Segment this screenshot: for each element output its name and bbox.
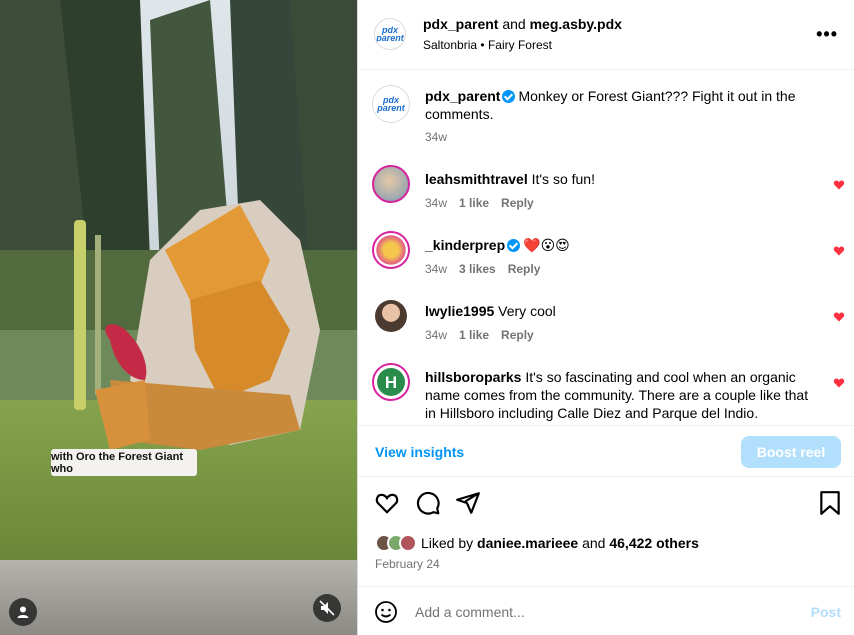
comment-meta: 34w 1 like Reply — [425, 196, 546, 210]
share-paper-plane-icon[interactable] — [455, 490, 481, 516]
liker-avatar[interactable] — [399, 534, 417, 552]
like-comment-heart-icon[interactable] — [833, 179, 845, 191]
comment-meta: 34w 1 like Reply — [425, 328, 546, 342]
comment-body: ❤️😮😍 — [523, 237, 570, 253]
post-comment-button[interactable]: Post — [811, 604, 841, 620]
and-label: and — [582, 535, 606, 551]
pdx-parent-logo: pdx parent — [377, 95, 405, 113]
boost-reel-button[interactable]: Boost reel — [741, 436, 841, 468]
commenter-username[interactable]: hillsboroparks — [425, 369, 521, 385]
post-date: February 24 — [375, 557, 440, 571]
view-insights-link[interactable]: View insights — [375, 444, 464, 460]
caption-author-avatar[interactable]: pdx parent — [372, 85, 410, 123]
like-heart-icon[interactable] — [374, 490, 400, 516]
post-details-panel: pdx parent pdx_parent and meg.asby.pdx Sa… — [357, 0, 854, 635]
location-separator: • — [480, 38, 485, 52]
reply-button[interactable]: Reply — [508, 262, 541, 276]
svg-text:H: H — [385, 373, 397, 392]
comment-time: 34w — [425, 196, 448, 210]
reel-video[interactable]: with Oro the Forest Giant who — [0, 0, 357, 635]
author-names: pdx_parent and meg.asby.pdx — [423, 16, 622, 32]
comment-body: Very cool — [498, 303, 556, 319]
commenter-avatar[interactable] — [375, 300, 407, 332]
coauthor-username-link[interactable]: meg.asby.pdx — [530, 16, 622, 32]
caption-meta: 34w — [425, 130, 459, 144]
person-icon — [17, 606, 29, 618]
comment-likes[interactable]: 1 like — [459, 196, 489, 210]
location-line: Saltonbria • Fairy Forest — [423, 38, 552, 52]
commenter-avatar[interactable] — [372, 165, 410, 203]
action-bar — [358, 490, 854, 522]
reply-button[interactable]: Reply — [501, 328, 534, 342]
comment-likes[interactable]: 3 likes — [459, 262, 496, 276]
caption-text: pdx_parent Monkey or Forest Giant??? Figh… — [425, 87, 815, 123]
forest-giant-sculpture — [74, 200, 320, 450]
comment-text: leahsmithtravel It's so fun! — [425, 170, 815, 188]
comment-bubble-icon[interactable] — [415, 490, 441, 516]
post-header: pdx parent pdx_parent and meg.asby.pdx Sa… — [358, 0, 854, 70]
like-comment-heart-icon[interactable] — [833, 245, 845, 257]
liker-username-link[interactable]: daniee.marieee — [477, 535, 578, 551]
comments-list[interactable]: pdx parent pdx_parent Monkey or Forest Gia… — [358, 71, 854, 425]
likes-summary: Liked by daniee.marieee and 46,422 other… — [375, 534, 699, 552]
comment-text: hillsboroparks It's so fascinating and c… — [425, 368, 815, 422]
likes-count-link[interactable]: 46,422 others — [609, 535, 699, 551]
pdx-parent-logo: pdx parent — [376, 25, 404, 43]
comment-likes[interactable]: 1 like — [459, 328, 489, 342]
like-comment-heart-icon[interactable] — [833, 311, 845, 323]
location-link-2[interactable]: Fairy Forest — [488, 38, 552, 52]
add-comment-bar: Add a comment... Post — [358, 586, 854, 635]
more-options-icon[interactable]: ••• — [816, 24, 838, 45]
commenter-username[interactable]: leahsmithtravel — [425, 171, 528, 187]
sidewalk — [0, 560, 357, 635]
add-comment-input[interactable]: Add a comment... — [415, 604, 525, 620]
caption-time: 34w — [425, 130, 448, 144]
author-avatar[interactable]: pdx parent — [374, 18, 406, 50]
and-text: and — [502, 16, 526, 32]
comment-time: 34w — [425, 328, 448, 342]
comment-text: _kinderprep ❤️😮😍 — [425, 236, 815, 254]
comment-body: It's so fun! — [531, 171, 595, 187]
comment-meta: 34w 3 likes Reply — [425, 262, 552, 276]
commenter-username[interactable]: lwylie1995 — [425, 303, 494, 319]
comment-time: 34w — [425, 262, 448, 276]
like-comment-heart-icon[interactable] — [833, 377, 845, 389]
verified-badge-icon — [502, 90, 516, 103]
caption-username[interactable]: pdx_parent — [425, 88, 500, 104]
muted-speaker-icon — [319, 600, 335, 616]
location-link-1[interactable]: Saltonbria — [423, 38, 477, 52]
commenter-username[interactable]: _kinderprep — [425, 237, 505, 253]
reply-button[interactable]: Reply — [501, 196, 534, 210]
video-caption-overlay: with Oro the Forest Giant who — [51, 449, 197, 476]
liked-by-label: Liked by — [421, 535, 474, 551]
hillsboro-h-logo-icon: H — [377, 368, 405, 396]
save-bookmark-icon[interactable] — [819, 490, 841, 516]
commenter-avatar[interactable]: H — [372, 363, 410, 401]
mute-button[interactable] — [313, 594, 341, 622]
user-tags-button[interactable] — [9, 598, 37, 626]
emoji-smiley-icon[interactable] — [374, 600, 398, 624]
author-username-link[interactable]: pdx_parent — [423, 16, 498, 32]
comment-text: lwylie1995 Very cool — [425, 302, 815, 320]
commenter-avatar[interactable] — [372, 231, 410, 269]
insights-bar: View insights Boost reel — [358, 425, 854, 477]
verified-badge-icon — [507, 239, 521, 252]
